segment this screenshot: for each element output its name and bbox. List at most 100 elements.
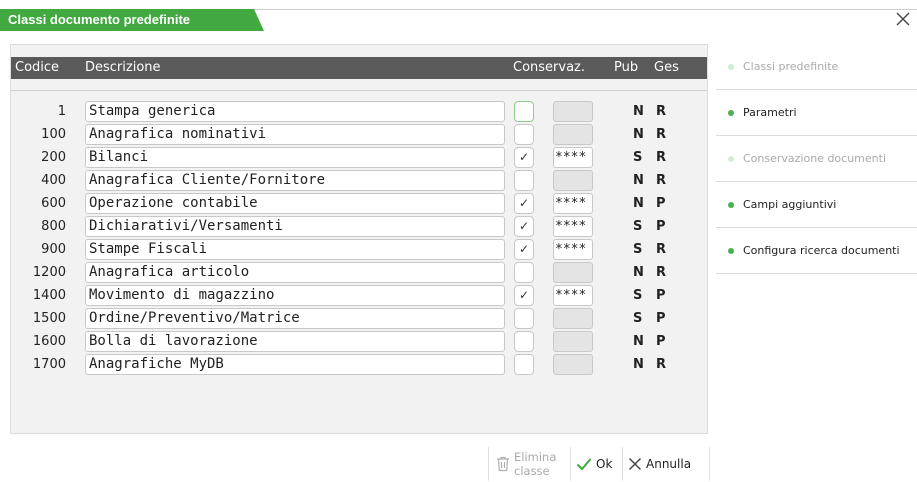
conservazione-checkbox[interactable] (514, 101, 534, 122)
bullet-icon (728, 202, 734, 208)
description-field[interactable]: Anagrafiche MyDB (85, 354, 505, 375)
close-icon[interactable] (895, 11, 911, 27)
conservazione-field (553, 331, 593, 352)
conservazione-field (553, 124, 593, 145)
conservazione-checkbox[interactable] (514, 354, 534, 375)
table-row[interactable]: 800 Dichiarativi/Versamenti ✓ **** S P (11, 215, 707, 238)
ges-value: R (656, 242, 667, 257)
description-field[interactable]: Operazione contabile (85, 193, 505, 214)
conservazione-checkbox[interactable]: ✓ (514, 147, 534, 168)
description-field[interactable]: Anagrafica articolo (85, 262, 505, 283)
conservazione-checkbox[interactable]: ✓ (514, 193, 534, 214)
pub-value: S (633, 311, 643, 326)
conservazione-field[interactable]: **** (553, 239, 593, 260)
pub-value: N (633, 127, 644, 142)
conservazione-checkbox[interactable] (514, 331, 534, 352)
description-field[interactable]: Ordine/Preventivo/Matrice (85, 308, 505, 329)
conservazione-checkbox[interactable]: ✓ (514, 239, 534, 260)
table-row[interactable]: 200 Bilanci ✓ **** S R (11, 146, 707, 169)
ok-button[interactable]: Ok (576, 447, 620, 481)
table-row[interactable]: 1700 Anagrafiche MyDB N R (11, 353, 707, 376)
header-separator (11, 90, 707, 91)
sidebar-item-classi-predefinite[interactable]: Classi predefinite (716, 44, 917, 90)
table-row[interactable]: 1200 Anagrafica articolo N R (11, 261, 707, 284)
annulla-button[interactable]: Annulla (628, 447, 706, 481)
pub-value: N (633, 334, 644, 349)
conservazione-checkbox[interactable]: ✓ (514, 216, 534, 237)
description-field[interactable]: Anagrafica nominativi (85, 124, 505, 145)
table-row[interactable]: 400 Anagrafica Cliente/Fornitore N R (11, 169, 707, 192)
row-code: 1400 (32, 288, 66, 303)
header-pub: Pub (614, 60, 639, 75)
row-code: 400 (41, 173, 66, 188)
check-icon: ✓ (518, 196, 530, 210)
sidebar-item-label: Conservazione documenti (743, 152, 887, 165)
elimina-classe-button[interactable]: Elimina classe (496, 447, 566, 481)
header-conservaz: Conservaz. (513, 60, 586, 75)
conservazione-field[interactable]: **** (553, 216, 593, 237)
ges-value: R (656, 104, 667, 119)
sidebar-item-parametri[interactable]: Parametri (716, 90, 917, 136)
conservazione-field (553, 101, 593, 122)
ges-value: P (656, 334, 666, 349)
sidebar-item-label: Configura ricerca documenti (743, 244, 900, 257)
table-row[interactable]: 1 Stampa generica N R (11, 100, 707, 123)
divider (709, 447, 710, 481)
check-icon: ✓ (518, 242, 530, 256)
description-field[interactable]: Bilanci (85, 147, 505, 168)
table-row[interactable]: 1600 Bolla di lavorazione N P (11, 330, 707, 353)
conservazione-checkbox[interactable]: ✓ (514, 285, 534, 306)
conservazione-field[interactable]: **** (553, 147, 593, 168)
check-icon: ✓ (518, 219, 530, 233)
description-field[interactable]: Dichiarativi/Versamenti (85, 216, 505, 237)
sidebar-item-campi-aggiuntivi[interactable]: Campi aggiuntivi (716, 182, 917, 228)
pub-value: N (633, 357, 644, 372)
divider (622, 447, 623, 481)
conservazione-checkbox[interactable] (514, 262, 534, 283)
sidebar-item-conservazione-documenti[interactable]: Conservazione documenti (716, 136, 917, 182)
conservazione-field[interactable]: **** (553, 193, 593, 214)
conservazione-field (553, 170, 593, 191)
sidebar-item-label: Classi predefinite (743, 60, 839, 73)
button-bar: Elimina classe Ok Annulla (488, 447, 710, 481)
table-row[interactable]: 900 Stampe Fiscali ✓ **** S R (11, 238, 707, 261)
table-row[interactable]: 100 Anagrafica nominativi N R (11, 123, 707, 146)
table-header: Codice Descrizione Conservaz. Pub Ges (11, 57, 707, 79)
description-field[interactable]: Movimento di magazzino (85, 285, 505, 306)
annulla-label: Annulla (646, 457, 692, 471)
pub-value: S (633, 150, 643, 165)
ges-value: R (656, 150, 667, 165)
conservazione-field (553, 308, 593, 329)
conservazione-checkbox[interactable] (514, 308, 534, 329)
header-descrizione: Descrizione (85, 60, 161, 75)
description-field[interactable]: Bolla di lavorazione (85, 331, 505, 352)
classe-label: classe (514, 464, 550, 478)
pub-value: N (633, 104, 644, 119)
description-field[interactable]: Stampa generica (85, 101, 505, 122)
conservazione-checkbox[interactable] (514, 170, 534, 191)
ges-value: P (656, 288, 666, 303)
check-icon (576, 458, 592, 471)
divider (570, 447, 571, 481)
table-row[interactable]: 600 Operazione contabile ✓ **** N P (11, 192, 707, 215)
table-row[interactable]: 1500 Ordine/Preventivo/Matrice S P (11, 307, 707, 330)
pub-value: S (633, 242, 643, 257)
header-ges: Ges (654, 60, 679, 75)
check-icon: ✓ (518, 150, 530, 164)
sidebar-item-label: Campi aggiuntivi (743, 198, 837, 211)
conservazione-field[interactable]: **** (553, 285, 593, 306)
description-field[interactable]: Anagrafica Cliente/Fornitore (85, 170, 505, 191)
ges-value: P (656, 311, 666, 326)
divider (488, 447, 489, 481)
sidebar-item-configura-ricerca[interactable]: Configura ricerca documenti (716, 228, 917, 274)
ges-value: R (656, 127, 667, 142)
table-row[interactable]: 1400 Movimento di magazzino ✓ **** S P (11, 284, 707, 307)
conservazione-checkbox[interactable] (514, 124, 534, 145)
header-codice: Codice (15, 60, 60, 75)
pub-value: S (633, 219, 643, 234)
bullet-icon (728, 156, 734, 162)
classes-table-panel: Codice Descrizione Conservaz. Pub Ges 1 S… (10, 44, 708, 434)
bullet-icon (728, 248, 734, 254)
title-bar: Classi documento predefinite (0, 0, 917, 34)
description-field[interactable]: Stampe Fiscali (85, 239, 505, 260)
